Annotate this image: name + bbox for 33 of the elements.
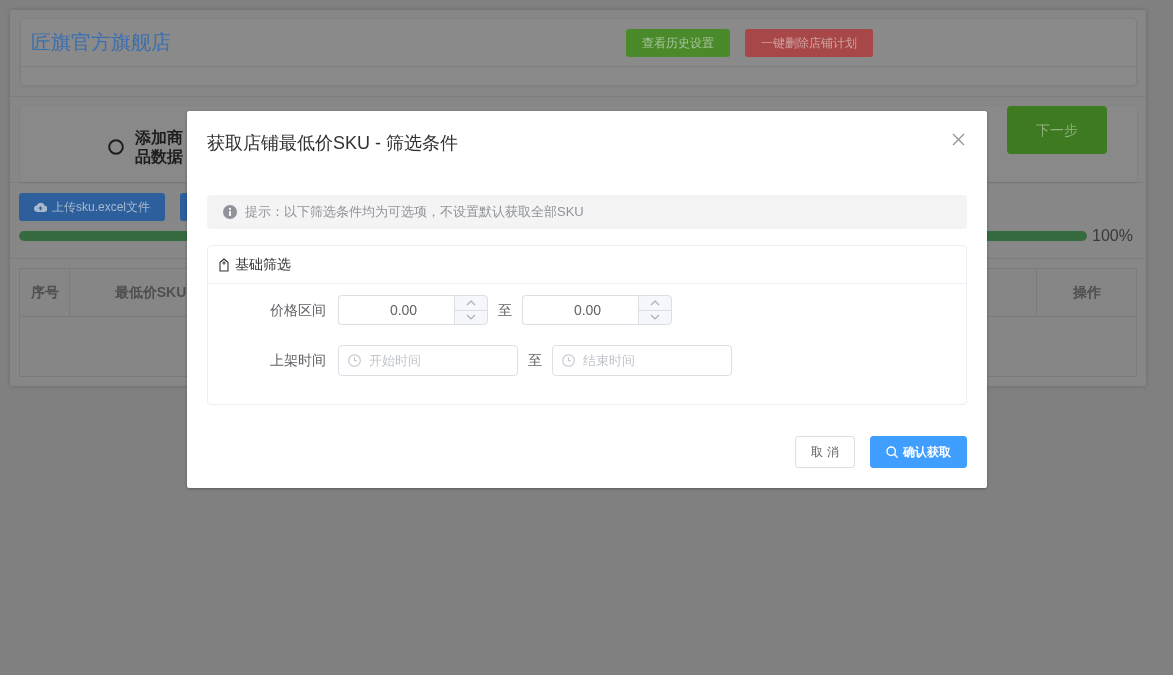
- cancel-button[interactable]: 取 消: [795, 436, 855, 468]
- section-title: 基础筛选: [235, 255, 291, 274]
- cloud-upload-icon: [34, 202, 47, 212]
- dialog-title: 获取店铺最低价SKU - 筛选条件: [207, 132, 458, 155]
- chevron-down-icon: [466, 314, 476, 321]
- chevron-up-icon: [650, 299, 660, 306]
- range-separator: 至: [528, 351, 542, 370]
- field-label: 价格区间: [269, 300, 327, 320]
- clock-icon: [348, 354, 361, 367]
- search-icon: [886, 446, 898, 458]
- next-step-button[interactable]: 下一步: [1007, 106, 1107, 154]
- date-field[interactable]: 开始时间: [338, 345, 518, 376]
- close-icon: [952, 133, 965, 146]
- action-button[interactable]: 查看历史设置: [626, 28, 730, 57]
- number-field[interactable]: 0.00: [338, 295, 454, 325]
- tag-icon: [218, 257, 230, 272]
- clock-icon: [562, 354, 575, 367]
- progress-text: 100%: [1092, 226, 1133, 246]
- action-button[interactable]: 一键删除店铺计划: [745, 28, 873, 57]
- confirm-button[interactable]: 确认获取: [870, 436, 967, 468]
- upload-button[interactable]: 上传sku.excel文件: [19, 193, 166, 221]
- close-button[interactable]: [952, 133, 965, 146]
- circle-icon: [108, 139, 124, 155]
- number-field[interactable]: 0.00: [522, 295, 638, 325]
- chevron-down-icon: [650, 314, 660, 321]
- chevron-up-icon: [466, 299, 476, 306]
- date-field[interactable]: 结束时间: [552, 345, 732, 376]
- shop-name: 匠旗官方旗舰店: [31, 31, 171, 53]
- hint-text: 提示：以下筛选条件均为可选项，不设置默认获取全部SKU: [245, 203, 584, 222]
- info-icon: [223, 205, 237, 219]
- field-label: 上架时间: [269, 351, 327, 370]
- range-separator: 至: [498, 300, 512, 320]
- step-title: 添加商品数据: [135, 128, 184, 166]
